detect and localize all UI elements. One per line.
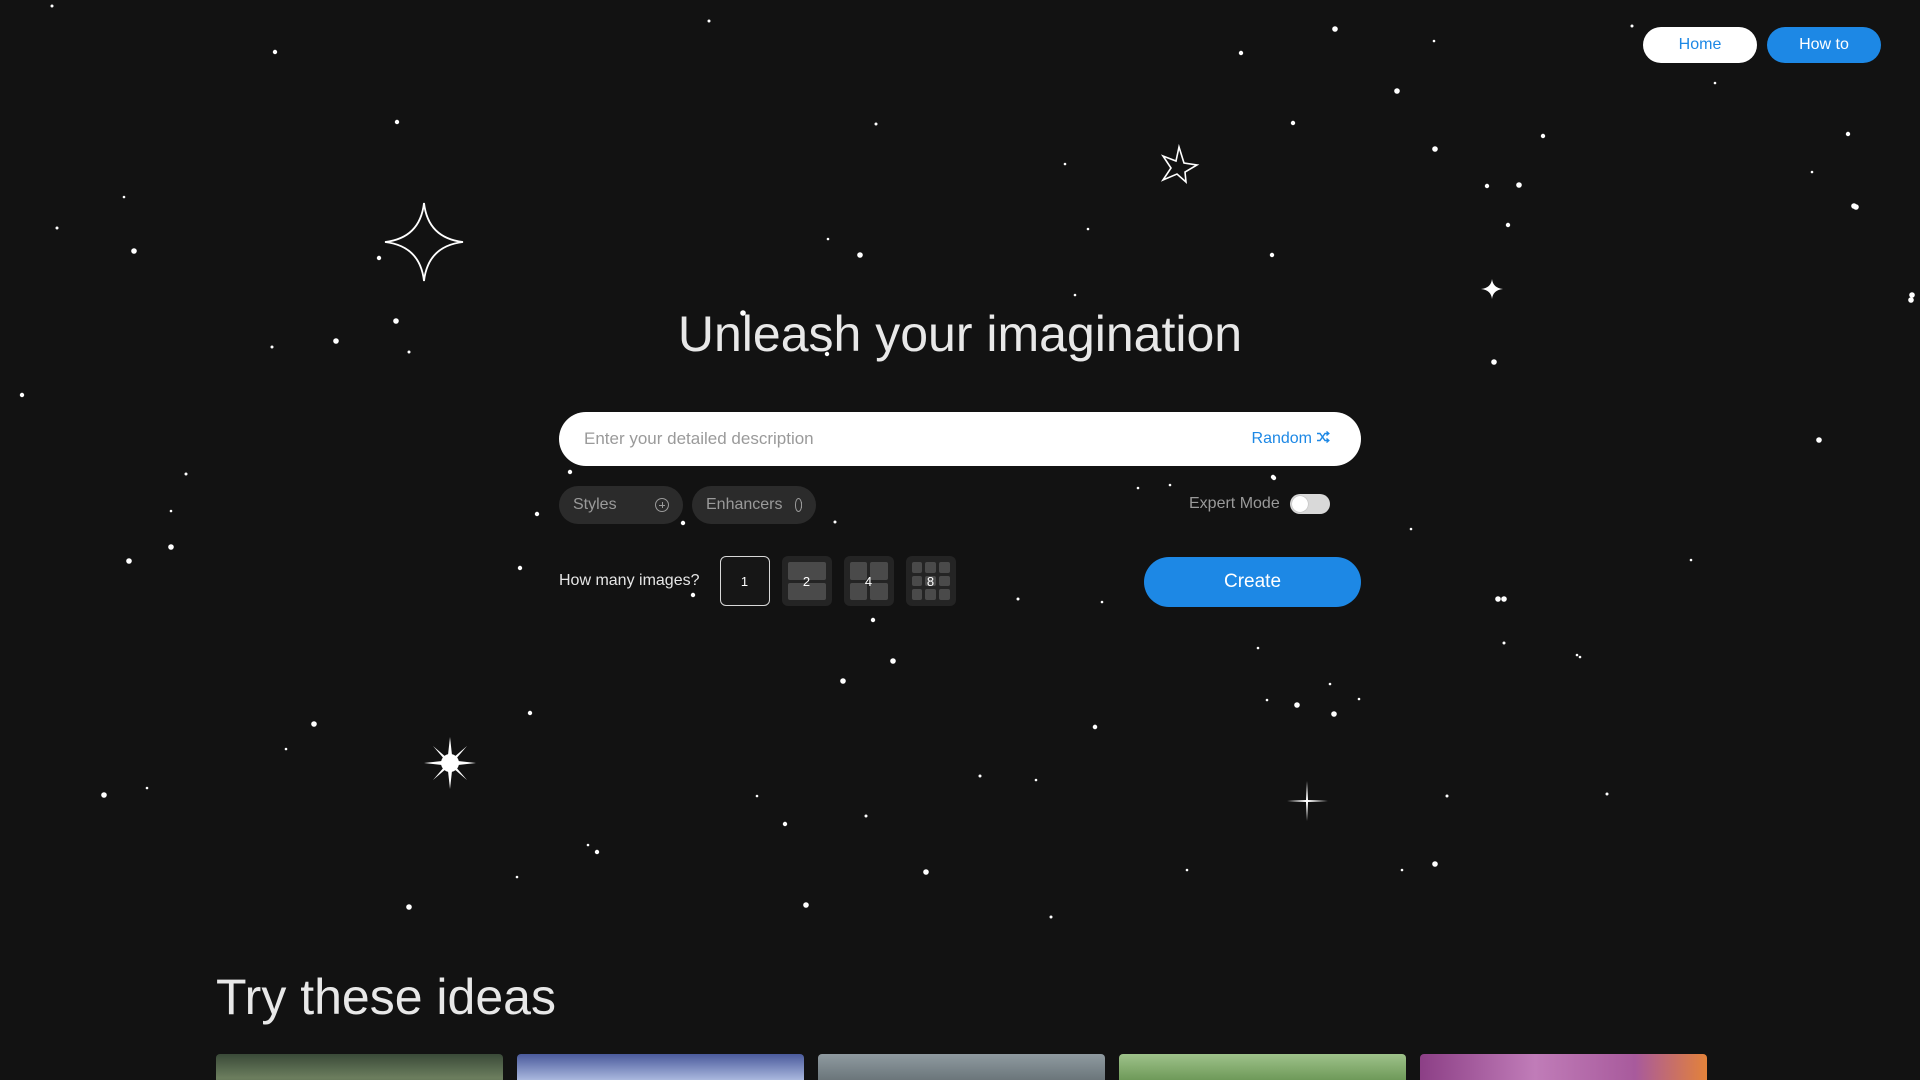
enhancers-button[interactable]: Enhancers bbox=[692, 486, 816, 524]
option-chips: Styles Enhancers bbox=[559, 486, 816, 524]
styles-label: Styles bbox=[573, 496, 617, 513]
starfield-background bbox=[19, 4, 1915, 919]
add-circle-icon bbox=[794, 498, 802, 512]
toggle-knob bbox=[1291, 496, 1308, 512]
description-input[interactable] bbox=[559, 411, 1246, 467]
idea-card-thumbnail[interactable] bbox=[517, 1054, 804, 1080]
ideas-section-title: Try these ideas bbox=[216, 969, 556, 1025]
image-count-option-4[interactable]: 4 bbox=[843, 556, 894, 606]
idea-card-thumbnail[interactable] bbox=[818, 1054, 1105, 1080]
shuffle-icon bbox=[1316, 430, 1330, 448]
page-title: Unleash your imagination bbox=[677, 306, 1243, 362]
styles-button[interactable]: Styles bbox=[559, 486, 683, 524]
expert-mode-toggle[interactable] bbox=[1289, 494, 1330, 514]
page: Home How to Unleash your imagination Ran… bbox=[0, 0, 1920, 1080]
expert-mode-label: Expert Mode bbox=[1189, 495, 1280, 512]
add-circle-icon bbox=[655, 498, 669, 512]
idea-card-thumbnail[interactable] bbox=[1119, 1054, 1406, 1080]
image-count-value: 1 bbox=[740, 573, 749, 589]
ideas-gallery bbox=[216, 1054, 1707, 1080]
top-navigation: Home How to bbox=[1643, 27, 1881, 63]
image-count-label: How many images? bbox=[559, 572, 700, 589]
image-count-value: 8 bbox=[926, 573, 935, 589]
random-button[interactable]: Random bbox=[1246, 429, 1336, 449]
image-count-selector: How many images? 1 2 4 8 bbox=[559, 556, 968, 606]
image-count-option-2[interactable]: 2 bbox=[781, 556, 832, 606]
image-count-value: 4 bbox=[864, 573, 873, 589]
enhancers-label: Enhancers bbox=[706, 496, 783, 513]
expert-mode: Expert Mode bbox=[1189, 494, 1330, 514]
how-to-button[interactable]: How to bbox=[1767, 27, 1881, 63]
image-count-option-1[interactable]: 1 bbox=[719, 556, 770, 606]
image-count-option-8[interactable]: 8 bbox=[905, 556, 956, 606]
random-label: Random bbox=[1251, 430, 1312, 447]
idea-card-thumbnail[interactable] bbox=[216, 1054, 503, 1080]
image-count-value: 2 bbox=[802, 573, 811, 589]
idea-card-thumbnail[interactable] bbox=[1420, 1054, 1707, 1080]
home-button[interactable]: Home bbox=[1643, 27, 1757, 63]
prompt-bar: Random bbox=[559, 411, 1361, 467]
create-button[interactable]: Create bbox=[1144, 557, 1361, 607]
